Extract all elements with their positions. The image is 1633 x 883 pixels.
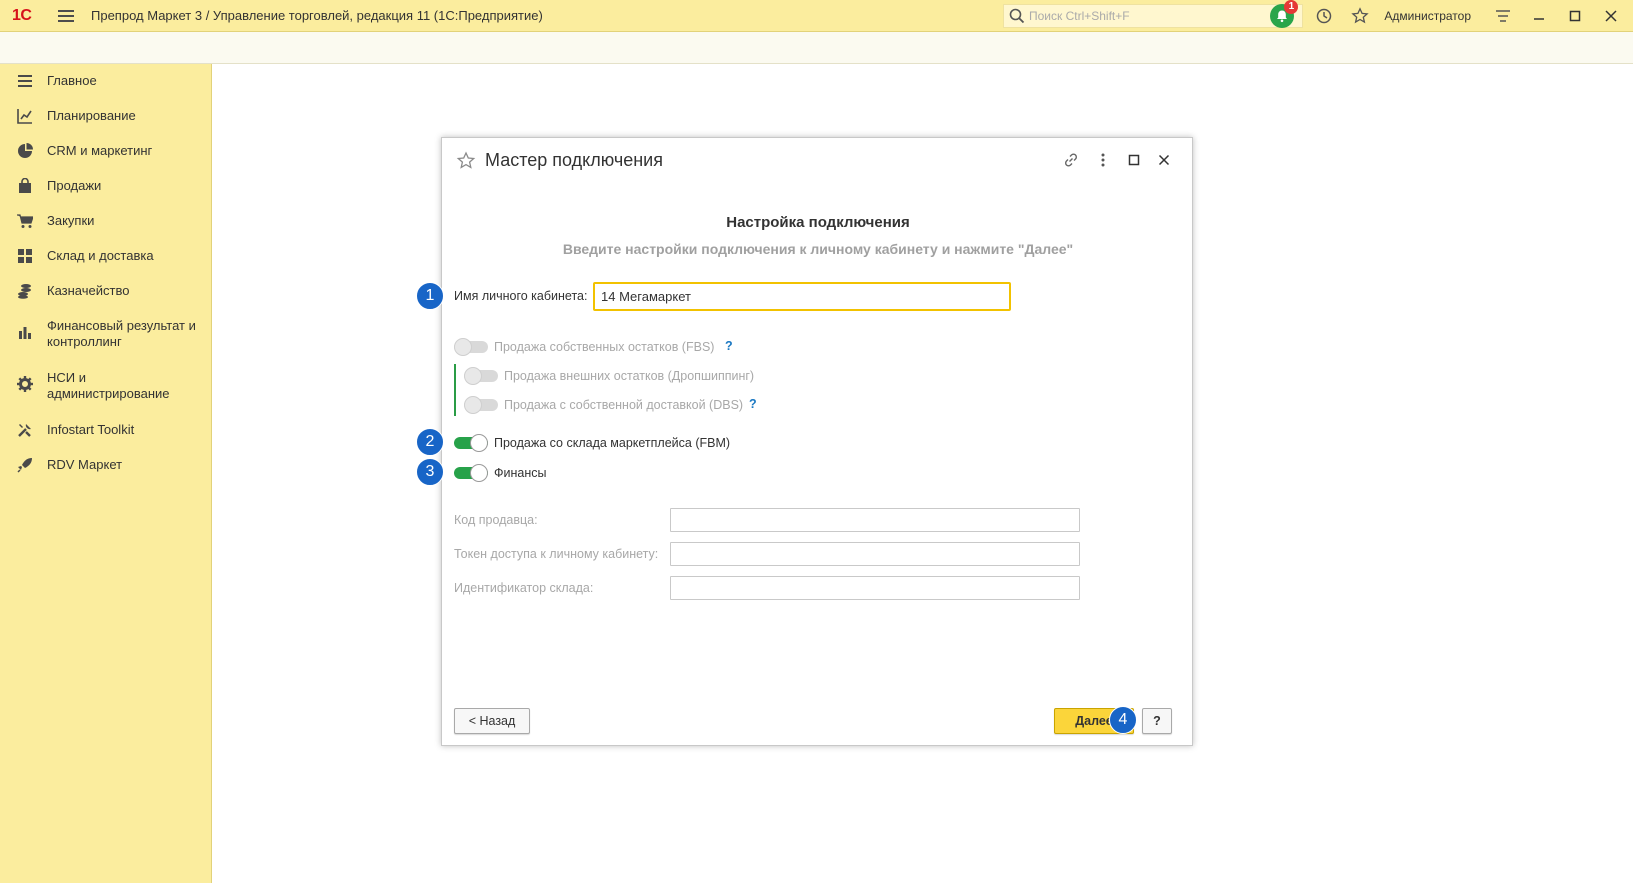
sidebar-item-label: Финансовый результат и контроллинг (47, 318, 196, 349)
connection-wizard-dialog: Мастер подключения Настройка подключения… (441, 137, 1193, 746)
minimize-icon[interactable] (1529, 6, 1549, 26)
sidebar-item-main[interactable]: Главное (0, 73, 212, 89)
dbs-help-link[interactable]: ? (749, 397, 757, 411)
link-icon[interactable] (1061, 150, 1081, 170)
sidebar-item-label: CRM и маркетинг (47, 143, 153, 158)
gear-icon (17, 376, 33, 392)
sidebar-item-label: Планирование (47, 108, 136, 123)
step-marker-2: 2 (416, 428, 444, 456)
warehouse-id-label: Идентификатор склада: (454, 581, 594, 595)
sidebar-item-label: НСИ и администрирование (47, 370, 170, 401)
close-icon[interactable] (1601, 6, 1621, 26)
menu-lines-icon (17, 73, 33, 89)
settings-lines-icon[interactable] (1493, 6, 1513, 26)
title-bar: 1С Препрод Маркет 3 / Управление торговл… (0, 0, 1633, 32)
fbs-toggle[interactable] (454, 338, 488, 356)
bar-chart-icon (17, 324, 33, 340)
fbs-label: Продажа собственных остатков (FBS) (494, 340, 715, 354)
sidebar-item-rdv-market[interactable]: RDV Маркет (0, 457, 212, 473)
current-user[interactable]: Администратор (1384, 9, 1471, 23)
section-subheading: Введите настройки подключения к личному … (562, 241, 1074, 257)
window-title: Препрод Маркет 3 / Управление торговлей,… (91, 8, 543, 23)
history-icon[interactable] (1314, 6, 1334, 26)
maximize-icon[interactable] (1124, 150, 1144, 170)
shopping-bag-icon (17, 178, 33, 194)
rocket-icon (17, 457, 33, 473)
dropship-label: Продажа внешних остатков (Дропшиппинг) (504, 369, 755, 383)
sidebar-item-treasury[interactable]: Казначейство (0, 283, 212, 299)
cart-icon (17, 213, 33, 229)
notification-badge: 1 (1284, 0, 1299, 14)
section-heading: Настройка подключения (726, 214, 910, 231)
sidebar-item-planning[interactable]: Планирование (0, 108, 212, 124)
search-input[interactable] (1029, 9, 1289, 23)
warehouse-grid-icon (17, 248, 33, 264)
maximize-icon[interactable] (1565, 6, 1585, 26)
seller-code-label: Код продавца: (454, 513, 538, 527)
sidebar-item-label: Склад и доставка (47, 248, 154, 263)
sidebar-item-label: Казначейство (47, 283, 130, 298)
step-marker-4: 4 (1109, 706, 1137, 734)
sidebar-item-crm[interactable]: CRM и маркетинг (0, 143, 212, 159)
access-token-label: Токен доступа к личному кабинету: (454, 547, 659, 561)
dbs-label: Продажа с собственной доставкой (DBS) (504, 398, 744, 412)
pie-chart-icon (17, 143, 33, 159)
help-button[interactable]: ? (1142, 708, 1172, 734)
fbs-help-link[interactable]: ? (725, 339, 733, 353)
coins-icon (17, 283, 33, 299)
dbs-toggle[interactable] (464, 396, 498, 414)
tools-icon (17, 422, 33, 438)
sidebar-item-infostart-toolkit[interactable]: Infostart Toolkit (0, 422, 212, 438)
sidebar-item-warehouse[interactable]: Склад и доставка (0, 248, 212, 264)
app-logo: 1С (12, 6, 32, 24)
search-icon (1009, 8, 1025, 24)
secondary-toolbar (0, 32, 1633, 64)
sidebar-item-label: Закупки (47, 213, 95, 228)
planning-icon (17, 108, 33, 124)
sidebar-item-label: RDV Маркет (47, 457, 123, 472)
cabinet-name-label: Имя личного кабинета: (454, 289, 588, 303)
dialog-title: Мастер подключения (485, 150, 663, 170)
sidebar-item-label: Продажи (47, 178, 102, 193)
sidebar-item-sales[interactable]: Продажи (0, 178, 212, 194)
notifications-button[interactable]: 1 (1270, 0, 1299, 28)
seller-code-input[interactable] (670, 508, 1080, 532)
fbm-toggle[interactable] (454, 434, 488, 452)
access-token-input[interactable] (670, 542, 1080, 566)
sidebar-item-label: Infostart Toolkit (47, 422, 135, 437)
cabinet-name-input[interactable] (593, 282, 1011, 311)
sub-options-divider (454, 364, 456, 416)
dropship-toggle[interactable] (464, 367, 498, 385)
warehouse-id-input[interactable] (670, 576, 1080, 600)
step-marker-1: 1 (416, 282, 444, 310)
favorites-star-icon[interactable] (1350, 6, 1370, 26)
step-marker-3: 3 (416, 458, 444, 486)
sidebar-item-finance-result[interactable]: Финансовый результат и контроллинг (0, 318, 212, 350)
search-box[interactable] (1003, 4, 1303, 28)
fbm-label: Продажа со склада маркетплейса (FBM) (494, 436, 731, 450)
finance-label: Финансы (494, 466, 547, 480)
sidebar-item-label: Главное (47, 73, 97, 88)
sidebar: Главное Планирование CRM и маркетинг Про… (0, 64, 212, 883)
close-icon[interactable] (1154, 150, 1174, 170)
sidebar-item-admin[interactable]: НСИ и администрирование (0, 370, 212, 402)
back-button[interactable]: < Назад (454, 708, 530, 734)
more-menu-icon[interactable] (1093, 150, 1113, 170)
main-menu-icon[interactable] (58, 9, 74, 22)
sidebar-item-purchases[interactable]: Закупки (0, 213, 212, 229)
finance-toggle[interactable] (454, 464, 488, 482)
favorite-star-icon[interactable] (456, 151, 476, 171)
